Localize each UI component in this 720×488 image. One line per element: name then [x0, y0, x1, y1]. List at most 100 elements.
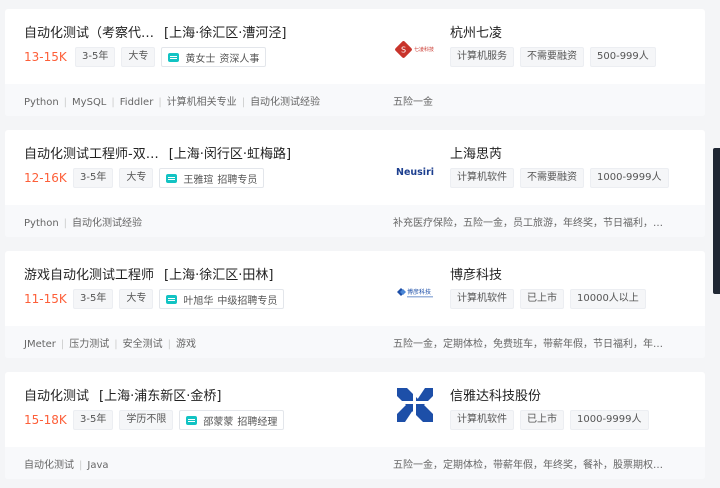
recruiter-chat-button[interactable]: 黄女士 资深人事 — [161, 47, 267, 67]
job-location: [上海·徐汇区·田林] — [164, 268, 274, 283]
job-card-main[interactable]: 游戏自动化测试工程师 [上海·徐汇区·田林] 11-15K 3-5年 大专 叶旭华… — [5, 251, 705, 326]
job-requirements: 3-5年 学历不限 邵蒙蒙 招聘经理 — [73, 410, 285, 430]
job-title[interactable]: 自动化测试 — [24, 389, 89, 404]
side-toolbar[interactable] — [713, 148, 720, 294]
job-card[interactable]: 游戏自动化测试工程师 [上海·徐汇区·田林] 11-15K 3-5年 大专 叶旭华… — [5, 251, 705, 358]
skill-tag: JMeter — [24, 339, 56, 350]
skill-tag: 计算机相关专业 — [166, 97, 237, 108]
job-card[interactable]: 自动化测试工程师-双… [上海·闵行区·虹梅路] 12-16K 3-5年 大专 王… — [5, 130, 705, 237]
job-title[interactable]: 自动化测试工程师-双… — [24, 147, 159, 162]
company-size: 10000人以上 — [570, 289, 646, 309]
company-logo[interactable] — [395, 383, 435, 425]
company-industry: 计算机软件 — [450, 168, 514, 188]
company-name[interactable]: 杭州七凌 — [450, 22, 502, 41]
chat-icon — [166, 173, 178, 183]
education-chip: 大专 — [121, 47, 156, 67]
job-title[interactable]: 自动化测试（考察代… — [24, 26, 154, 41]
job-card-footer: Python | MySQL | Fiddler | 计算机相关专业 | 自动化测试经验 五险一… — [5, 84, 705, 116]
beyondsoft-logo-icon: 博彦科技 — [397, 288, 433, 298]
company-tags: 计算机软件 已上市 10000人以上 — [450, 289, 646, 309]
experience-chip: 3-5年 — [73, 168, 114, 188]
recruiter-name: 邵蒙蒙 — [203, 416, 234, 428]
company-benefits: 五险一金 — [393, 97, 433, 108]
beyondsoft-logo-text: 博彦科技 — [407, 288, 431, 296]
skill-tag: Java — [87, 460, 109, 471]
skill-tags: 自动化测试 | Java — [24, 460, 109, 471]
recruiter-name: 叶旭华 — [183, 295, 214, 307]
skill-tag: Python — [24, 218, 59, 229]
chat-icon — [186, 415, 198, 425]
company-name[interactable]: 上海思芮 — [450, 143, 502, 162]
company-size: 500-999人 — [590, 47, 656, 67]
job-card-main[interactable]: 自动化测试工程师-双… [上海·闵行区·虹梅路] 12-16K 3-5年 大专 王… — [5, 130, 705, 205]
company-logo[interactable]: S 七凌科技 — [395, 34, 435, 66]
recruiter-chat-button[interactable]: 王雅瑄 招聘专员 — [159, 168, 265, 188]
company-benefits: 补充医疗保险，五险一金，员工旅游，年终奖，节日福利，… — [393, 218, 663, 229]
experience-chip: 3-5年 — [75, 47, 116, 67]
company-logo[interactable]: Neusiri — [395, 155, 435, 187]
skill-tag: 游戏 — [176, 339, 197, 350]
job-requirements: 3-5年 大专 叶旭华 中级招聘专员 — [73, 289, 285, 309]
company-funding: 不需要融资 — [520, 47, 584, 67]
job-title[interactable]: 游戏自动化测试工程师 — [24, 268, 154, 283]
skill-tags: Python | 自动化测试经验 — [24, 218, 143, 229]
company-name[interactable]: 信雅达科技股份 — [450, 385, 541, 404]
skill-tag: MySQL — [72, 97, 107, 108]
company-tags: 计算机软件 不需要融资 1000-9999人 — [450, 168, 669, 188]
svg-text:S: S — [401, 46, 406, 55]
job-location: [上海·浦东新区·金桥] — [99, 389, 222, 404]
job-salary: 12-16K — [24, 171, 67, 185]
company-benefits: 五险一金，定期体检，带薪年假，年终奖，餐补，股票期权… — [393, 460, 663, 471]
skill-tag: Fiddler — [119, 97, 154, 108]
recruiter-name: 黄女士 — [185, 53, 216, 65]
job-salary: 11-15K — [24, 292, 67, 306]
chat-icon — [168, 52, 180, 62]
chat-icon — [166, 294, 178, 304]
job-card[interactable]: 自动化测试 [上海·浦东新区·金桥] 15-18K 3-5年 学历不限 邵蒙蒙 招… — [5, 372, 705, 479]
job-salary: 15-18K — [24, 413, 67, 427]
neusiri-logo-icon: Neusiri — [396, 167, 434, 178]
recruiter-chat-button[interactable]: 邵蒙蒙 招聘经理 — [179, 410, 285, 430]
company-industry: 计算机服务 — [450, 47, 514, 67]
recruiter-name: 王雅瑄 — [183, 174, 214, 186]
job-card-footer: JMeter | 压力测试 | 安全测试 | 游戏 五险一金，定期体检，免费班车，带薪年假，… — [5, 326, 705, 358]
job-title-link[interactable]: 游戏自动化测试工程师 [上海·徐汇区·田林] — [24, 264, 273, 283]
company-name[interactable]: 博彦科技 — [450, 264, 502, 283]
recruiter-role: 招聘专员 — [217, 174, 258, 186]
job-title-link[interactable]: 自动化测试工程师-双… [上海·闵行区·虹梅路] — [24, 143, 291, 162]
company-size: 1000-9999人 — [590, 168, 669, 188]
job-card-main[interactable]: 自动化测试 [上海·浦东新区·金桥] 15-18K 3-5年 学历不限 邵蒙蒙 招… — [5, 372, 705, 447]
recruiter-role: 资深人事 — [219, 53, 260, 65]
company-funding: 已上市 — [520, 410, 564, 430]
skill-tag: 自动化测试经验 — [72, 218, 143, 229]
neusiri-logo-text: Neusiri — [396, 167, 434, 178]
job-location: [上海·徐汇区·漕河泾] — [164, 26, 287, 41]
sunyard-logo-icon — [395, 384, 435, 424]
company-industry: 计算机软件 — [450, 289, 514, 309]
skill-tags: JMeter | 压力测试 | 安全测试 | 游戏 — [24, 339, 197, 350]
job-title-link[interactable]: 自动化测试 [上海·浦东新区·金桥] — [24, 385, 221, 404]
job-title-link[interactable]: 自动化测试（考察代… [上海·徐汇区·漕河泾] — [24, 22, 286, 41]
skill-tag: 压力测试 — [69, 339, 110, 350]
company-industry: 计算机软件 — [450, 410, 514, 430]
skill-tag: Python — [24, 97, 59, 108]
skill-tag: 安全测试 — [122, 339, 163, 350]
experience-chip: 3-5年 — [73, 410, 114, 430]
education-chip: 大专 — [119, 168, 154, 188]
recruiter-role: 中级招聘专员 — [217, 295, 278, 307]
job-card-main[interactable]: 自动化测试（考察代… [上海·徐汇区·漕河泾] 13-15K 3-5年 大专 黄女… — [5, 9, 705, 84]
education-chip: 大专 — [119, 289, 154, 309]
company-funding: 不需要融资 — [520, 168, 584, 188]
education-chip: 学历不限 — [119, 410, 174, 430]
qiling-logo-icon: S 七凌科技 — [395, 41, 434, 58]
company-size: 1000-9999人 — [570, 410, 649, 430]
company-logo[interactable]: 博彦科技 — [395, 276, 435, 308]
recruiter-role: 招聘经理 — [237, 416, 278, 428]
top-strip — [0, 0, 720, 6]
job-card[interactable]: 自动化测试（考察代… [上海·徐汇区·漕河泾] 13-15K 3-5年 大专 黄女… — [5, 9, 705, 116]
job-requirements: 3-5年 大专 黄女士 资深人事 — [75, 47, 267, 67]
company-funding: 已上市 — [520, 289, 564, 309]
job-card-footer: 自动化测试 | Java 五险一金，定期体检，带薪年假，年终奖，餐补，股票期权… — [5, 447, 705, 479]
recruiter-chat-button[interactable]: 叶旭华 中级招聘专员 — [159, 289, 285, 309]
company-tags: 计算机软件 已上市 1000-9999人 — [450, 410, 649, 430]
